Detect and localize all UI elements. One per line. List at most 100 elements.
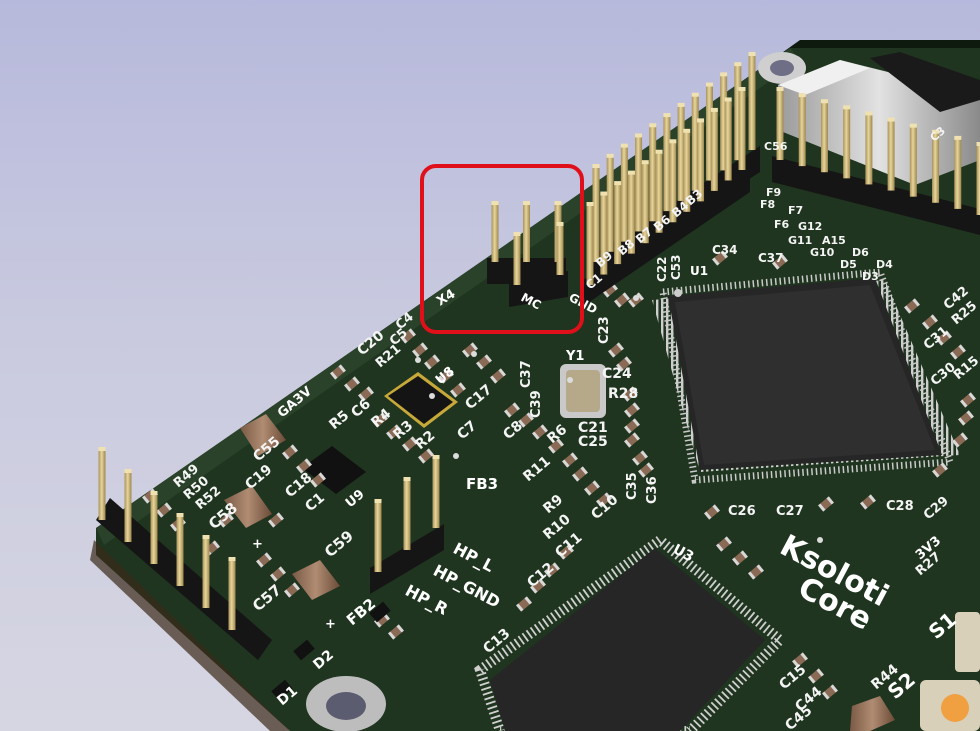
header-top-front-pin-11 [738,90,746,170]
header-top-back-pin-4-tip [649,123,657,128]
label-y1: Y1 [565,349,584,364]
via [633,295,639,301]
header-audio-pin-0-tip [374,499,382,503]
header-right-pin-2-tip [820,99,828,104]
header-left-pin-2 [150,494,158,564]
header-top-front-pin-11-tip [738,87,746,91]
header-left-pin-0-tip [98,447,106,451]
header-top-back-pin-6-tip [677,102,685,107]
label-u1: U1 [690,264,708,278]
header-x4-back-pin-0 [491,204,499,262]
header-top-front-pin-7-tip [683,128,691,133]
header-audio-pin-2 [432,458,440,528]
label-f9: F9 [766,186,781,199]
label-c35: C35 [625,472,640,500]
header-left-pin-1 [124,472,132,542]
label-c39: C39 [529,390,544,418]
header-top-front-pin-8-tip [697,118,705,123]
header-right-pin-3 [843,108,851,179]
via [453,453,459,459]
label-f8: F8 [760,198,775,211]
header-right-pin-5 [887,120,895,191]
push-button-s2 [920,680,980,731]
header-right-pin-9-tip [976,142,980,146]
label-c37-right: C37 [758,251,784,265]
label-d3: D3 [862,270,879,283]
header-top-back-pin-3 [635,136,643,232]
label-g11: G11 [788,234,812,247]
label-f6: F6 [774,218,790,231]
label-c37: C37 [519,360,534,388]
header-left-pin-1-tip [124,469,132,473]
crystal-y1 [560,364,606,418]
header-right-pin-1-tip [798,93,806,98]
via [471,351,477,357]
header-top-front-pin-3-tip [627,170,635,175]
header-top-front-pin-0-tip [586,202,594,206]
label-c34: C34 [712,243,738,257]
header-audio-pin-1-tip [403,477,411,481]
label-c26: C26 [728,504,756,519]
header-x4-back-pin-0-tip [491,201,499,205]
header-top-back-pin-11-tip [748,52,756,56]
label-g12: G12 [798,220,822,233]
header-left-pin-4-tip [202,535,210,539]
via [415,357,421,363]
header-x4-front-pin-1 [556,225,564,275]
header-x4-back-pin-1 [523,204,530,262]
label-plus-2: + [325,617,336,632]
header-top-back-pin-1 [606,156,614,252]
label-c25: C25 [578,434,608,450]
header-right-pin-0-tip [776,87,784,91]
header-top-back-pin-2 [620,146,628,242]
header-right-pin-6-tip [909,123,917,128]
header-right-pin-5-tip [887,117,895,122]
header-top-front-pin-10 [724,100,732,181]
header-top-front-pin-4-tip [641,160,649,165]
header-top-back-pin-7-tip [691,92,699,97]
header-x4-back-pin-2-tip [554,201,562,205]
header-top-back-pin-0-tip [592,164,600,168]
header-right-pin-1 [798,96,806,167]
header-top-front-pin-9 [710,110,718,191]
label-c23: C23 [597,316,612,344]
header-x4-front-pin-1-tip [556,222,564,226]
header-top-back-pin-0 [592,167,600,262]
header-top-back-pin-9-tip [720,72,728,77]
header-top-back-pin-11 [748,55,756,150]
header-top-front-pin-5-tip [655,149,663,154]
via [429,393,435,399]
header-top-back-pin-10-tip [734,62,742,67]
header-x4-back-pin-1-tip [523,201,530,205]
header-left-pin-3-tip [176,513,184,517]
push-button-s1 [955,612,980,672]
header-top-back-pin-8-tip [705,82,713,87]
label-c27: C27 [776,504,804,519]
mounting-hole-bottom [306,676,386,731]
header-top-back-pin-5-tip [663,113,671,118]
label-f7: F7 [788,204,803,217]
header-top-front-pin-10-tip [724,97,732,102]
header-x4-front-pin-0-tip [513,232,521,236]
header-top-back-pin-1-tip [606,153,614,158]
header-top-front-pin-2-tip [614,181,622,186]
label-fb3: FB3 [466,475,498,493]
header-audio-pin-0 [374,502,382,572]
via [567,377,573,383]
header-left-pin-0 [98,450,106,520]
label-r28: R28 [608,386,638,402]
label-c53: C53 [669,254,683,280]
header-right-pin-3-tip [843,105,851,110]
header-audio-pin-2-tip [432,455,440,459]
header-right-pin-6 [909,126,917,197]
header-top-back-pin-4 [649,126,657,222]
label-g10: G10 [810,246,835,259]
header-right-pin-8 [954,138,962,209]
label-c36: C36 [645,476,660,504]
header-right-pin-2 [820,102,828,173]
3d-viewport[interactable]: Ksoloti Core HP_L HP_GND HP_R X4 MC GND … [0,0,980,731]
header-left-pin-5-tip [228,557,236,561]
header-left-pin-5 [228,560,236,630]
pcb-3d-render: Ksoloti Core HP_L HP_GND HP_R X4 MC GND … [90,40,980,731]
label-c28: C28 [886,499,914,514]
